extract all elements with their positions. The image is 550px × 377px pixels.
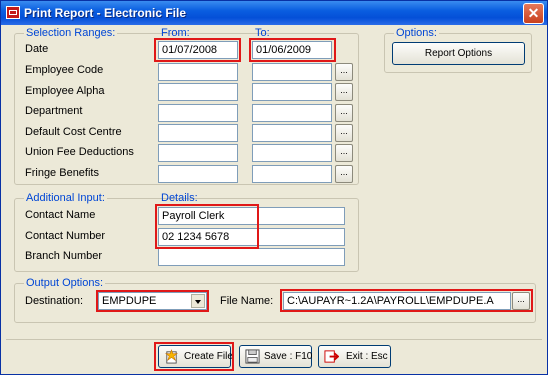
department-to-field[interactable] <box>252 104 332 122</box>
close-button[interactable]: ✕ <box>523 3 544 24</box>
details-column-heading: Details: <box>161 192 198 204</box>
save-label: Save : F10 <box>264 351 313 362</box>
union-fee-deductions-from-field[interactable] <box>158 144 238 162</box>
destination-label: Destination: <box>25 295 84 307</box>
additional-input-heading: Additional Input: <box>24 192 107 204</box>
contact-name-label: Contact Name <box>25 209 96 221</box>
union-fee-deductions-label: Union Fee Deductions <box>25 146 134 158</box>
contact-highlight <box>155 204 259 249</box>
create-file-highlight <box>154 342 234 371</box>
options-heading: Options: <box>394 27 439 39</box>
employee-alpha-lookup-button[interactable]: ... <box>335 83 353 101</box>
employee-code-label: Employee Code <box>25 64 104 76</box>
date-label: Date <box>25 43 49 55</box>
department-lookup-button[interactable]: ... <box>335 104 353 122</box>
exit-button[interactable]: Exit : Esc <box>318 345 391 368</box>
selection-ranges-heading: Selection Ranges: <box>24 27 118 39</box>
report-options-label: Report Options <box>424 48 493 59</box>
department-label: Department <box>25 105 83 117</box>
default-cost-centre-lookup-button[interactable]: ... <box>335 124 353 142</box>
close-icon: ✕ <box>527 5 540 21</box>
default-cost-centre-label: Default Cost Centre <box>25 126 122 138</box>
fringe-benefits-lookup-button[interactable]: ... <box>335 165 353 183</box>
destination-highlight <box>96 290 209 312</box>
employee-alpha-label: Employee Alpha <box>25 85 105 97</box>
union-fee-deductions-lookup-button[interactable]: ... <box>335 144 353 162</box>
file-name-label: File Name: <box>220 295 274 307</box>
app-icon <box>6 6 20 19</box>
output-options-heading: Output Options: <box>24 277 106 289</box>
date-to-highlight <box>249 38 336 62</box>
employee-alpha-from-field[interactable] <box>158 83 238 101</box>
exit-label: Exit : Esc <box>346 351 388 362</box>
fringe-benefits-label: Fringe Benefits <box>25 167 99 179</box>
union-fee-deductions-to-field[interactable] <box>252 144 332 162</box>
employee-code-from-field[interactable] <box>158 63 238 81</box>
branch-number-label: Branch Number <box>25 250 103 262</box>
fringe-benefits-to-field[interactable] <box>252 165 332 183</box>
branch-number-field[interactable] <box>158 248 345 266</box>
window-title: Print Report - Electronic File <box>24 6 187 20</box>
employee-code-lookup-button[interactable]: ... <box>335 63 353 81</box>
print-report-window: Print Report - Electronic File ✕ Selecti… <box>0 0 548 375</box>
file-name-highlight <box>280 289 533 312</box>
contact-number-label: Contact Number <box>25 230 106 242</box>
default-cost-centre-to-field[interactable] <box>252 124 332 142</box>
exit-icon <box>324 350 339 363</box>
department-from-field[interactable] <box>158 104 238 122</box>
save-icon <box>245 349 260 364</box>
title-bar: Print Report - Electronic File ✕ <box>1 1 547 25</box>
date-from-highlight <box>154 38 241 62</box>
fringe-benefits-from-field[interactable] <box>158 165 238 183</box>
save-button[interactable]: Save : F10 <box>239 345 312 368</box>
employee-alpha-to-field[interactable] <box>252 83 332 101</box>
employee-code-to-field[interactable] <box>252 63 332 81</box>
default-cost-centre-from-field[interactable] <box>158 124 238 142</box>
report-options-button[interactable]: Report Options <box>392 42 525 65</box>
